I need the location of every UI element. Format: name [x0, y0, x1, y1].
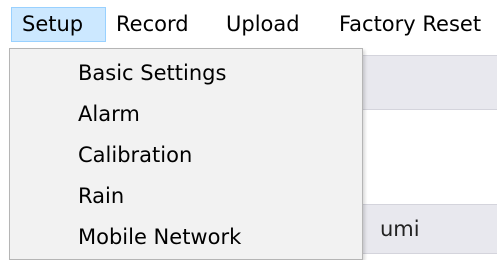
menu-item-mobile-network[interactable]: Mobile Network	[78, 220, 241, 254]
menu-item-alarm[interactable]: Alarm	[78, 97, 140, 131]
background-panel-header	[362, 55, 497, 110]
menu-item-calibration[interactable]: Calibration	[78, 138, 192, 172]
menu-factory-reset[interactable]: Factory Reset	[339, 8, 481, 41]
menu-record[interactable]: Record	[116, 8, 189, 41]
setup-dropdown-menu: Basic Settings Alarm Calibration Rain Mo…	[9, 48, 363, 260]
menu-setup[interactable]: Setup	[11, 7, 106, 42]
menu-bar: Setup Record Upload Factory Reset	[0, 0, 497, 49]
menu-item-basic-settings[interactable]: Basic Settings	[78, 56, 226, 90]
menu-upload[interactable]: Upload	[226, 8, 300, 41]
menu-item-rain[interactable]: Rain	[78, 179, 124, 213]
background-field-text: umi	[380, 217, 420, 241]
